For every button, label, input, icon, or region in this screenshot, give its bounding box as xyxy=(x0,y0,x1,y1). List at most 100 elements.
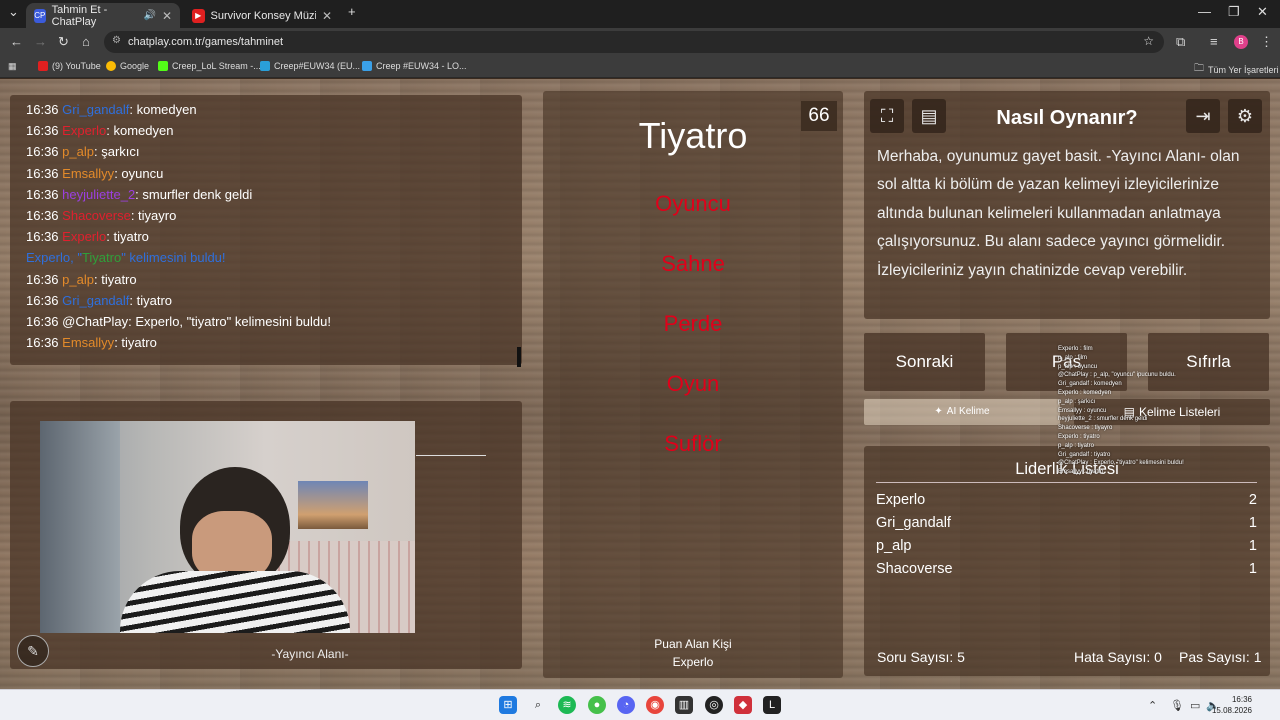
bookmarks-bar: ▦ (9) YouTube Google Creep_LoL Stream -.… xyxy=(0,56,1280,78)
chat-line: 16:36 Emsallyy: tiyatro xyxy=(26,332,506,353)
chat-text: : şarkıcı xyxy=(93,144,140,160)
reload-icon[interactable]: ↻ xyxy=(58,34,69,50)
overlay-line: Experlo : komedyen xyxy=(1058,389,1112,396)
overlay-line: @ChatPlay : p_alp, "oyuncu" ipucunu buld… xyxy=(1058,372,1176,379)
chat-line: 16:36 Gri_gandalf: komedyen xyxy=(26,99,506,120)
bookmark-youtube[interactable]: (9) YouTube xyxy=(38,61,101,71)
app-red-icon[interactable]: ◆ xyxy=(734,696,752,714)
start-icon[interactable]: ⊞ xyxy=(499,696,517,714)
overlay-line: Experlo : film xyxy=(1058,346,1093,352)
chat-text: : oyuncu xyxy=(114,165,164,181)
forbidden-word: Oyun xyxy=(666,371,720,396)
overlay-line: p_alp : şarkıcı xyxy=(1058,398,1096,405)
chrome-icon[interactable]: ◉ xyxy=(646,696,664,714)
ai-word-label: AI Kelime xyxy=(946,406,990,417)
system-clock[interactable]: 16:36 15.08.2026 xyxy=(1212,694,1252,716)
league-client-icon[interactable]: L xyxy=(763,696,781,714)
minimize-icon[interactable]: — xyxy=(1198,4,1211,19)
chat-user: Emsallyy xyxy=(62,165,115,181)
tab-title: Tahmin Et - ChatPlay xyxy=(51,3,108,28)
player-score: 1 xyxy=(1248,515,1257,531)
youtube-favicon-icon: ▶ xyxy=(192,8,205,23)
scorer-name: Experlo xyxy=(672,655,714,669)
system-rest: kelimesini buldu! xyxy=(125,250,226,266)
bookmark-star-icon[interactable]: ☆ xyxy=(1143,34,1154,48)
chat-time: 16:36 xyxy=(26,123,59,139)
tab-title: Survivor Konsey Müziği (Uzun V xyxy=(210,9,316,22)
leaderboard-row: Gri_gandalf 1 xyxy=(876,515,1257,537)
settings-button[interactable]: ⚙ xyxy=(1228,99,1262,133)
chat-user: Emsallyy xyxy=(62,335,115,351)
profile-avatar[interactable]: B xyxy=(1234,35,1248,49)
chat-text: : tiyatro xyxy=(93,271,137,287)
site-info-icon[interactable]: ⚙ xyxy=(112,35,121,46)
chat-text: : tiyayro xyxy=(130,207,177,223)
chat-user: heyjuliette_2 xyxy=(62,186,136,202)
speaker-icon[interactable]: 🔊 xyxy=(143,10,155,21)
close-tab-icon[interactable]: ✕ xyxy=(322,9,332,23)
spotify-icon[interactable]: ≋ xyxy=(558,696,576,714)
pass-count: Pas Sayısı: 1 xyxy=(1179,649,1262,665)
menu-icon[interactable]: ⋮ xyxy=(1260,34,1273,50)
overlay-line: Emsallyy : oyuncu xyxy=(1058,407,1107,414)
chat-scrollbar[interactable] xyxy=(517,347,521,367)
game-area: 16:36 Gri_gandalf: komedyen 16:36 Experl… xyxy=(0,79,1280,689)
ai-word-button[interactable]: ✦ AI Kelime xyxy=(864,399,1060,425)
chat-user: Gri_gandalf xyxy=(62,102,130,117)
close-window-icon[interactable]: ✕ xyxy=(1257,4,1268,20)
xbox-icon[interactable]: ● xyxy=(588,696,606,714)
bookmark-kick[interactable]: Creep_LoL Stream -... xyxy=(158,61,261,71)
bookmark-league[interactable]: Creep#EUW34 (EU... xyxy=(260,61,360,71)
all-bookmarks-label: Tüm Yer İşaretleri xyxy=(1208,64,1279,75)
league-icon xyxy=(260,61,270,71)
error-count: Hata Sayısı: 0 xyxy=(1074,649,1162,665)
how-to-play-text: Merhaba, oyunumuz gayet basit. -Yayıncı … xyxy=(877,148,1240,279)
address-bar[interactable]: ⚙ chatplay.com.tr/games/tahminet ☆ xyxy=(104,31,1164,53)
overlay-line: Gri_gandalf : komedyen xyxy=(1058,381,1122,388)
kick-icon xyxy=(158,61,168,71)
all-bookmarks[interactable]: 🗀 Tüm Yer İşaretleri xyxy=(1194,61,1279,78)
obs-icon[interactable]: ◎ xyxy=(705,696,723,714)
webcam-window xyxy=(40,421,120,633)
microphone-icon[interactable]: 🎙 xyxy=(1170,699,1184,712)
chatplay-favicon-icon: CP xyxy=(34,8,46,23)
bookmark-lolpros[interactable]: Creep #EUW34 - LO... xyxy=(362,61,467,71)
tray-chevron-icon[interactable]: ⌃ xyxy=(1148,699,1157,712)
question-count: Soru Sayısı: 5 xyxy=(877,649,965,665)
forward-icon[interactable]: → xyxy=(34,34,47,49)
tab-youtube[interactable]: ▶ Survivor Konsey Müziği (Uzun V ✕ xyxy=(184,3,340,28)
notes-button[interactable]: ▤ xyxy=(912,99,946,133)
new-tab-icon[interactable]: + xyxy=(348,4,356,19)
chat-line: 16:36 p_alp: tiyatro xyxy=(26,269,506,290)
player-score: 2 xyxy=(1248,492,1257,508)
tab-search-icon[interactable]: ⌄ xyxy=(8,4,19,20)
app-icon[interactable]: ▥ xyxy=(675,696,693,714)
bookmark-label: Creep_LoL Stream -... xyxy=(172,61,261,71)
discord-icon[interactable]: ◔ xyxy=(617,696,635,714)
chat-time: 16:36 xyxy=(26,313,59,329)
network-icon[interactable]: ▭ xyxy=(1190,699,1200,712)
edit-pen-button[interactable]: ✎ xyxy=(17,635,49,667)
home-icon[interactable]: ⌂ xyxy=(82,34,90,49)
fullscreen-button[interactable]: ⛶ xyxy=(870,99,904,133)
apps-icon[interactable]: ▦ xyxy=(8,61,17,72)
bookmark-google[interactable]: Google xyxy=(106,61,149,71)
webcam-painting xyxy=(298,481,368,529)
tab-chatplay[interactable]: CP Tahmin Et - ChatPlay 🔊 ✕ xyxy=(26,3,180,28)
next-button[interactable]: Sonraki xyxy=(864,333,985,391)
exit-button[interactable]: ⇥ xyxy=(1186,99,1220,133)
chat-text: : komedyen xyxy=(106,123,174,139)
extensions-icon[interactable]: ⧉ xyxy=(1176,34,1185,50)
leaderboard-row: p_alp 1 xyxy=(876,538,1257,560)
media-control-icon[interactable]: ≡ xyxy=(1210,34,1218,49)
search-icon[interactable]: ⌕ xyxy=(529,696,547,714)
back-icon[interactable]: ← xyxy=(10,34,23,49)
bookmark-label: (9) YouTube xyxy=(52,61,101,71)
clock-time: 16:36 xyxy=(1231,695,1252,704)
browser-toolbar: ← → ↻ ⌂ ⚙ chatplay.com.tr/games/tahminet… xyxy=(0,28,1280,56)
clock-date: 15.08.2026 xyxy=(1211,706,1252,715)
close-tab-icon[interactable]: ✕ xyxy=(162,9,172,23)
chat-time: 16:36 xyxy=(26,102,59,117)
google-icon xyxy=(106,61,116,71)
restore-icon[interactable]: ❐ xyxy=(1228,4,1240,20)
